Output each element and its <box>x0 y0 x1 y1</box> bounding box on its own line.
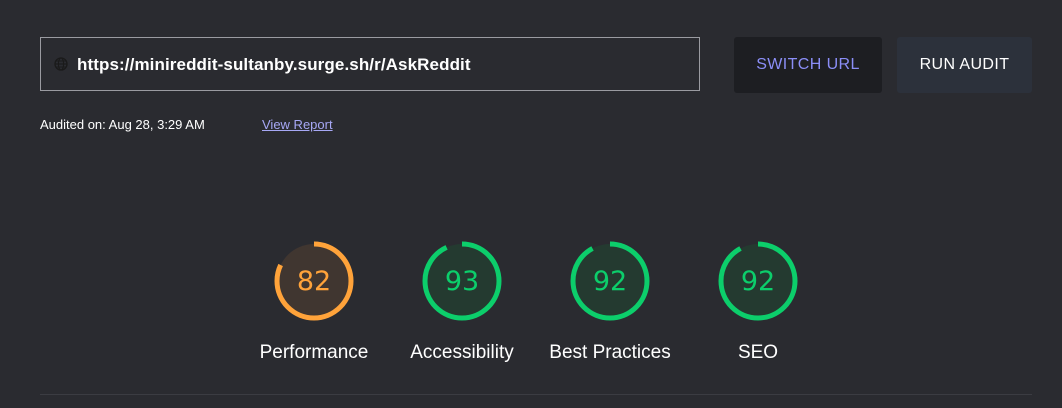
accessibility-score: 93 <box>444 265 480 297</box>
audited-on-text: Audited on: Aug 28, 3:29 AM <box>40 117 205 132</box>
gauge-seo[interactable]: 92 SEO <box>677 240 837 370</box>
gauge-accessibility[interactable]: 93 Accessibility <box>381 240 541 370</box>
best-practices-label: Best Practices <box>549 342 671 363</box>
url-text: https://minireddit-sultanby.surge.sh/r/A… <box>77 55 471 74</box>
performance-label: Performance <box>259 342 369 363</box>
view-report-link[interactable]: View Report <box>262 117 333 132</box>
globe-icon <box>54 57 68 71</box>
accessibility-label: Accessibility <box>410 342 514 363</box>
run-audit-button[interactable]: RUN AUDIT <box>897 37 1032 93</box>
url-input[interactable]: https://minireddit-sultanby.surge.sh/r/A… <box>40 37 700 91</box>
switch-url-button[interactable]: SWITCH URL <box>734 37 882 93</box>
performance-score: 82 <box>296 265 332 297</box>
gauge-performance[interactable]: 82 Performance <box>233 240 393 370</box>
gauge-best-practices[interactable]: 92 Best Practices <box>529 240 689 370</box>
best-practices-score: 92 <box>592 265 628 297</box>
divider <box>40 394 1032 395</box>
seo-label: SEO <box>737 342 779 363</box>
seo-score: 92 <box>740 265 776 297</box>
